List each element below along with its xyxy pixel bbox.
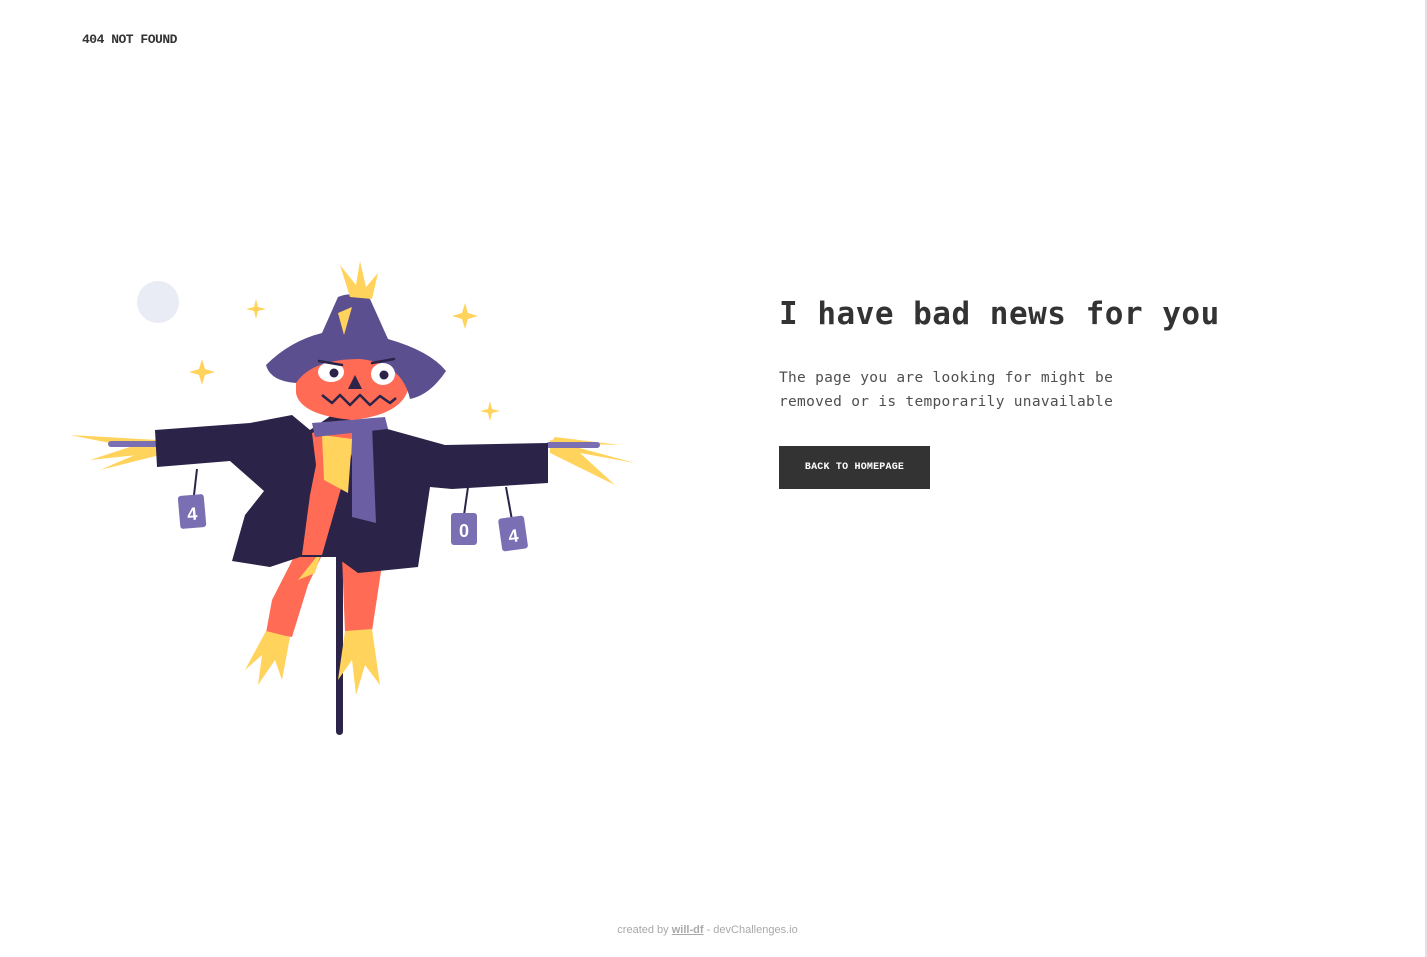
brand-title: 404 NOT FOUND <box>82 32 177 47</box>
footer: created by will-df - devChallenges.io <box>0 924 1415 936</box>
back-to-homepage-button[interactable]: BACK TO HOMEPAGE <box>779 446 930 489</box>
can-label-1: 4 <box>186 504 198 525</box>
scarecrow-illustration: 4 0 4 <box>70 261 635 735</box>
page-description: The page you are looking for might be re… <box>779 370 1114 410</box>
footer-prefix: created by <box>617 924 669 936</box>
footer-suffix: - devChallenges.io <box>706 924 798 936</box>
page-headline: I have bad news for you <box>779 296 1220 332</box>
message-panel: I have bad news for you The page you are… <box>779 296 1279 489</box>
moon-icon <box>137 281 179 323</box>
can-label-2: 0 <box>459 521 469 541</box>
author-link[interactable]: will-df <box>672 924 704 936</box>
